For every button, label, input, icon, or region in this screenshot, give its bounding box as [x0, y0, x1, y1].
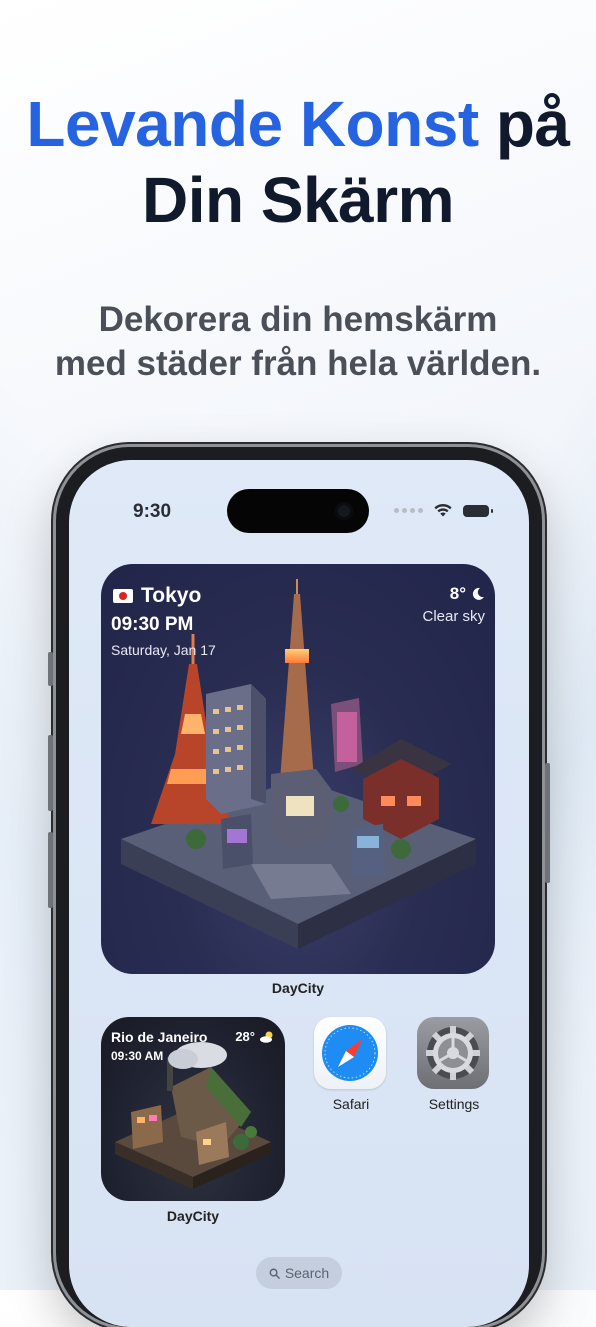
headline: Levande Konst på Din Skärm — [0, 86, 596, 238]
phone-action-button — [48, 652, 53, 686]
widget-time: 09:30 PM — [111, 614, 194, 635]
partly-cloudy-icon — [260, 1031, 273, 1043]
phone-mockup: 9:30 Tokyo 09:30 PM Saturday, Jan 17 8° … — [48, 447, 550, 1327]
small-widget-temperature: 28° — [235, 1029, 275, 1044]
phone-volume-down-button — [48, 832, 53, 908]
widget-small-app-label: DayCity — [166, 1208, 220, 1224]
headline-line2: Din Skärm — [141, 164, 455, 236]
phone-power-button — [545, 763, 550, 883]
daycity-widget-large[interactable]: Tokyo 09:30 PM Saturday, Jan 17 8° Clear… — [101, 564, 495, 974]
battery-icon — [463, 504, 493, 517]
widget-condition: Clear sky — [422, 608, 485, 625]
widget-city: Tokyo — [113, 584, 201, 608]
subtitle-line2: med städer från hela världen. — [54, 344, 542, 383]
signal-dots-icon — [394, 508, 423, 513]
subtitle: Dekorera din hemskärm med städer från he… — [0, 298, 596, 386]
app-settings-label: Settings — [428, 1096, 480, 1112]
app-settings[interactable]: Settings — [417, 1017, 491, 1112]
subtitle-line1: Dekorera din hemskärm — [98, 300, 498, 339]
front-camera-icon — [335, 502, 353, 520]
widget-temperature-value: 8° — [449, 584, 466, 603]
status-icons — [394, 503, 493, 518]
app-safari-label: Safari — [332, 1096, 370, 1112]
widget-large-app-label: DayCity — [271, 980, 325, 996]
search-label: Search — [284, 1265, 330, 1281]
phone-screen: 9:30 Tokyo 09:30 PM Saturday, Jan 17 8° … — [69, 460, 529, 1327]
dynamic-island — [227, 489, 369, 533]
moon-icon — [472, 587, 484, 600]
safari-compass-icon[interactable] — [314, 1017, 386, 1089]
widget-city-name: Tokyo — [141, 584, 202, 607]
japan-flag-icon — [113, 589, 133, 603]
small-widget-time: 09:30 AM — [111, 1049, 164, 1063]
wifi-icon — [434, 504, 452, 517]
daycity-widget-small[interactable]: Rio de Janeiro 09:30 AM 28° — [101, 1017, 285, 1201]
search-icon — [269, 1268, 280, 1279]
phone-volume-up-button — [48, 735, 53, 811]
settings-gear-icon[interactable] — [417, 1017, 489, 1089]
widget-date: Saturday, Jan 17 — [111, 642, 216, 658]
small-widget-city: Rio de Janeiro — [111, 1029, 208, 1045]
status-time: 9:30 — [133, 501, 172, 522]
app-safari[interactable]: Safari — [314, 1017, 388, 1112]
widget-temperature: 8° — [450, 584, 485, 604]
small-widget-temperature-value: 28° — [235, 1029, 255, 1044]
headline-accent: Levande Konst — [26, 88, 479, 160]
headline-line1-rest: på — [495, 88, 570, 160]
home-search-button[interactable]: Search — [256, 1257, 342, 1289]
